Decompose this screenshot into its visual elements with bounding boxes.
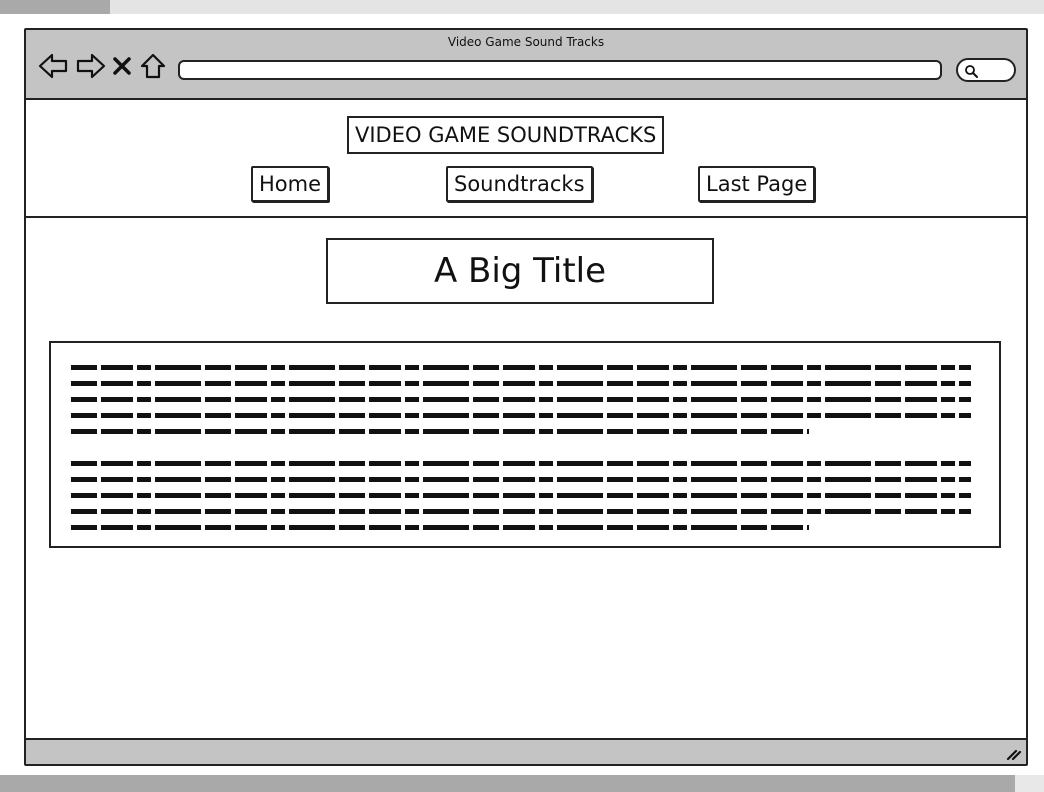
placeholder-text-line	[71, 487, 971, 503]
nav-last-page-button[interactable]: Last Page	[698, 166, 816, 202]
paragraph	[71, 359, 971, 439]
browser-search-field[interactable]	[956, 58, 1016, 82]
nav-home-button[interactable]: Home	[251, 166, 330, 202]
top-strip	[0, 0, 1044, 14]
placeholder-text-line	[71, 423, 809, 439]
resize-grip-icon[interactable]	[1004, 745, 1022, 761]
home-icon[interactable]	[138, 52, 168, 80]
placeholder-text-line	[71, 503, 971, 519]
placeholder-text-line	[71, 455, 971, 471]
browser-chrome: Video Game Sound Tracks	[26, 30, 1026, 100]
placeholder-text-line	[71, 471, 971, 487]
url-bar[interactable]	[178, 60, 942, 80]
placeholder-text-line	[71, 359, 971, 375]
nav-icons	[38, 52, 168, 80]
bottom-strip-end	[1015, 775, 1044, 792]
back-arrow-icon[interactable]	[38, 52, 70, 80]
placeholder-text-line	[71, 519, 809, 535]
site-header: VIDEO GAME SOUNDTRACKS Home Soundtracks …	[26, 102, 1026, 218]
search-icon	[965, 65, 978, 78]
forward-arrow-icon[interactable]	[74, 52, 106, 80]
body-text-block	[49, 341, 1001, 548]
close-icon[interactable]	[110, 52, 134, 80]
bottom-strip	[0, 775, 1015, 792]
window-title: Video Game Sound Tracks	[447, 35, 605, 49]
nav-soundtracks-button[interactable]: Soundtracks	[446, 166, 593, 202]
placeholder-text-line	[71, 407, 971, 423]
page-title: A Big Title	[326, 238, 714, 304]
site-logo: VIDEO GAME SOUNDTRACKS	[347, 116, 665, 154]
paragraph	[71, 455, 971, 535]
browser-window: Video Game Sound Tracks VIDEO GAME SOUND…	[24, 28, 1028, 766]
placeholder-text-line	[71, 375, 971, 391]
placeholder-text-line	[71, 391, 971, 407]
top-strip-accent	[0, 0, 110, 14]
status-bar	[26, 738, 1026, 764]
